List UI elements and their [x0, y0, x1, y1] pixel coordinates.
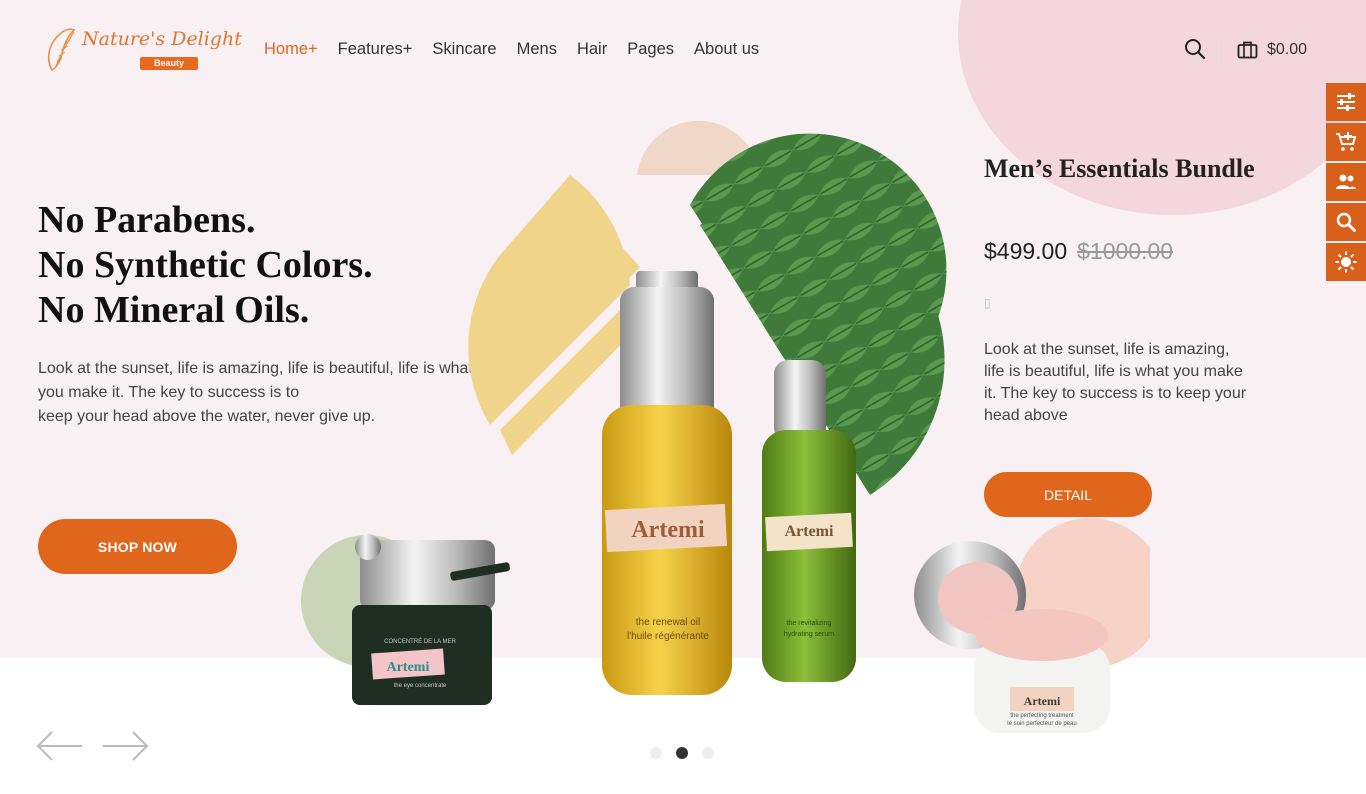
nav-item-mens[interactable]: Mens	[517, 40, 557, 59]
sliders-icon	[1337, 93, 1355, 111]
product-price: $499.00 $1000.00	[984, 238, 1173, 265]
jar-left-line2: the eye concentrate	[394, 683, 447, 689]
leaf-face-icon	[47, 28, 76, 72]
product-description: Look at the sunset, life is amazing, lif…	[984, 341, 1247, 424]
cart-button[interactable]: $0.00	[1237, 40, 1307, 59]
detail-button[interactable]: DETAIL	[984, 472, 1152, 517]
renewal-oil-bottle: Artemi the renewal oil l'huile régénéran…	[602, 271, 732, 695]
carousel-dot[interactable]	[702, 747, 714, 759]
brand-name: Nature's Delight	[82, 28, 242, 50]
search-icon	[1185, 39, 1206, 60]
bottle-green-line2: hydrating serum	[784, 631, 834, 638]
arrow-left-icon	[36, 731, 82, 761]
brand-tagline: Beauty	[140, 57, 199, 70]
theme-toggle-button[interactable]	[1326, 243, 1366, 281]
price-current: $499.00	[984, 238, 1068, 264]
bottle-green-brand: Artemi	[785, 523, 834, 540]
product-title: Men’s Essentials Bundle	[984, 154, 1255, 183]
shopping-bag-icon	[1237, 41, 1258, 59]
jar-right-line2: le soin perfecteur de peau	[1007, 721, 1076, 727]
customize-button[interactable]	[1326, 83, 1366, 121]
jar-left-line1: CONCENTRÉ DE LA MER	[384, 638, 456, 645]
arrow-right-icon	[103, 731, 149, 761]
jar-left-brand: Artemi	[387, 660, 430, 675]
bottle-big-brand: Artemi	[631, 517, 705, 543]
carousel-dots	[650, 747, 714, 759]
nav-item-about[interactable]: About us	[694, 40, 759, 59]
users-icon	[1336, 174, 1356, 189]
rating-placeholder-icon: ▯	[984, 296, 991, 310]
price-original: $1000.00	[1077, 238, 1174, 264]
add-to-cart-button[interactable]	[1326, 123, 1366, 161]
carousel-next-button[interactable]	[101, 730, 149, 762]
brand-logo[interactable]: Nature's Delight Beauty	[44, 26, 242, 76]
search-icon	[1336, 212, 1356, 232]
nav-item-skincare[interactable]: Skincare	[432, 40, 496, 59]
side-search-button[interactable]	[1326, 203, 1366, 241]
eye-concentrate-jar: Artemi CONCENTRÉ DE LA MER the eye conce…	[352, 534, 510, 705]
jar-right-brand: Artemi	[1024, 694, 1061, 708]
brightness-icon	[1335, 251, 1357, 273]
search-button[interactable]	[1184, 38, 1208, 62]
accounts-button[interactable]	[1326, 163, 1366, 201]
carousel-dot[interactable]	[650, 747, 662, 759]
carousel-prev-button[interactable]	[36, 730, 84, 762]
header-divider	[1221, 34, 1222, 64]
bottle-big-line2: l'huile régénérante	[627, 631, 709, 642]
add-cart-icon	[1336, 132, 1357, 151]
nav-item-hair[interactable]: Hair	[577, 40, 607, 59]
nav-item-pages[interactable]: Pages	[627, 40, 674, 59]
main-nav: Home+ Features+ Skincare Mens Hair Pages…	[264, 40, 779, 59]
nav-item-features[interactable]: Features+	[338, 40, 413, 59]
carousel-dot-active[interactable]	[676, 747, 688, 759]
side-toolbar	[1326, 83, 1366, 281]
nav-item-home[interactable]: Home+	[264, 40, 318, 59]
cart-total: $0.00	[1267, 40, 1308, 58]
bottle-big-line1: the renewal oil	[636, 617, 700, 628]
shop-now-button[interactable]: SHOP NOW	[38, 519, 237, 574]
bottle-green-line1: the revitalizing	[787, 620, 832, 627]
jar-right-line1: the perfecting treatment	[1010, 713, 1074, 719]
